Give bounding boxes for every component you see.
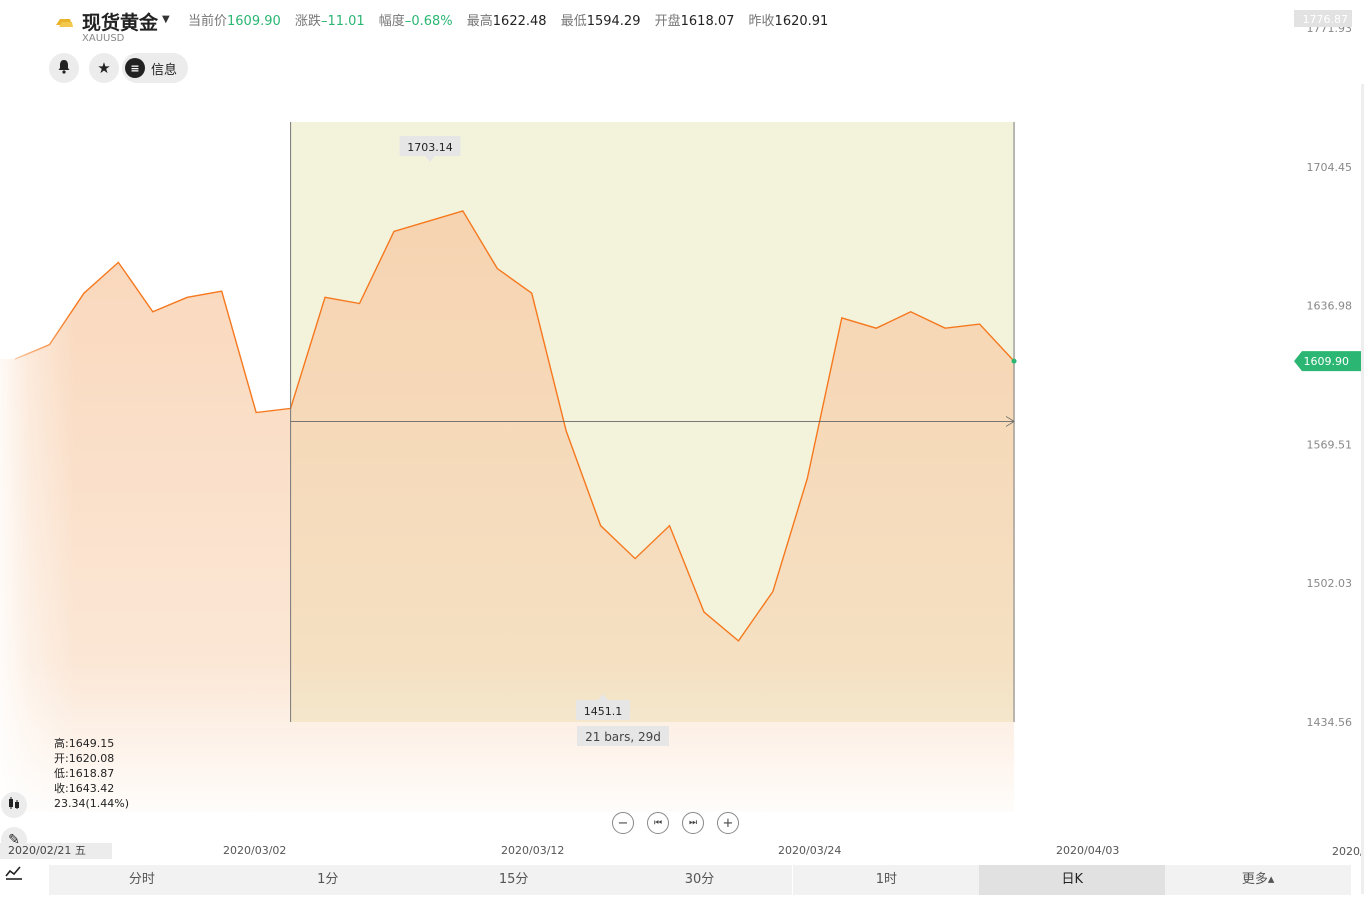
tab-1min[interactable]: 1分 [235, 865, 421, 895]
info-label: 信息 [151, 62, 178, 78]
indicator-tool-button[interactable] [1, 862, 27, 888]
timeframe-tabs: 分时 1分 15分 30分 1时 日K 更多▴ [49, 865, 1351, 895]
current-price-label: 1609.90 [1304, 355, 1350, 368]
ohlc-high: 高:1649.15 [54, 737, 115, 750]
line-chart-icon [5, 865, 23, 885]
quote-value: –0.68% [404, 14, 453, 29]
ohlc-readout: 高:1649.15 开:1620.08 低:1618.87 收:1643.42 … [54, 736, 129, 811]
ohlc-open: 开:1620.08 [54, 752, 115, 765]
x-tick-label: 2020/03/02 [223, 844, 287, 857]
range-low-label: 1451.1 [584, 705, 623, 718]
bell-icon [57, 59, 71, 78]
quote-label: 最高 [466, 14, 493, 29]
quote-value: –11.01 [320, 14, 365, 29]
last-price-dot [1011, 358, 1017, 364]
ohlc-close: 收:1643.42 [54, 782, 115, 795]
caret-down-icon[interactable]: ▼ [162, 14, 170, 25]
ohlc-change: 23.34(1.44%) [54, 797, 130, 810]
tab-1hour[interactable]: 1时 [793, 865, 979, 895]
zoom-in-button[interactable]: + [717, 812, 739, 834]
x-tick-label-partial: 2020/ [1332, 845, 1364, 858]
top-price-label: 1776.87 [1303, 13, 1349, 26]
tab-30min[interactable]: 30分 [607, 865, 793, 895]
y-tick-label: 1569.51 [1307, 438, 1353, 451]
tab-daily[interactable]: 日K [979, 865, 1166, 895]
quote-value: 1620.91 [774, 14, 829, 29]
go-start-button[interactable]: ⏮ [647, 812, 669, 834]
minus-icon: − [617, 815, 629, 831]
y-tick-label: 1502.03 [1307, 577, 1353, 590]
tab-15min[interactable]: 15分 [421, 865, 607, 895]
quote-label: 当前价 [188, 14, 228, 29]
ohlc-low: 低:1618.87 [54, 767, 115, 780]
quote-label: 开盘 [654, 14, 681, 29]
zoom-out-button[interactable]: − [612, 812, 634, 834]
instrument-title[interactable]: 现货黄金 [82, 8, 158, 35]
info-button[interactable]: ≡ 信息 [122, 53, 188, 83]
quote-label: 昨收 [748, 14, 775, 29]
x-tick-label: 2020/03/24 [778, 844, 842, 857]
y-tick-label: 1636.98 [1307, 300, 1353, 313]
list-icon: ≡ [125, 58, 145, 78]
skip-back-icon: ⏮ [653, 818, 663, 828]
y-tick-label: 1704.45 [1307, 161, 1353, 174]
quote-label: 幅度 [378, 14, 405, 29]
alert-bell-button[interactable] [49, 53, 79, 83]
candlestick-tool-button[interactable] [1, 792, 27, 818]
fade-overlay [0, 200, 250, 820]
x-tick-label: 2020/03/12 [501, 844, 565, 857]
go-end-button[interactable]: ⏭ [682, 812, 704, 834]
star-icon: ★ [97, 59, 111, 77]
quote-value: 1622.48 [492, 14, 547, 29]
range-span-label: 21 bars, 29d [585, 730, 661, 744]
gold-bar-icon [54, 14, 74, 28]
x-tick-label: 2020/04/03 [1056, 844, 1120, 857]
crosshair-date-label: 2020/02/21 五 [0, 843, 112, 859]
instrument-symbol: XAUUSD [82, 33, 125, 44]
quote-label: 最低 [560, 14, 587, 29]
range-high-label: 1703.14 [407, 141, 453, 154]
quote-strip: 当前价1609.90 涨跌–11.01 幅度–0.68% 最高1622.48 最… [188, 10, 828, 29]
quote-value: 1609.90 [227, 14, 281, 29]
price-chart[interactable]: 1703.141451.121 bars, 29d1771.931704.451… [0, 0, 1364, 898]
favorite-button[interactable]: ★ [89, 53, 119, 83]
skip-forward-icon: ⏭ [688, 818, 698, 828]
y-tick-label: 1434.56 [1307, 716, 1353, 729]
tab-timeshare[interactable]: 分时 [49, 865, 235, 895]
plus-icon: + [722, 815, 734, 831]
tab-more[interactable]: 更多▴ [1165, 865, 1351, 895]
candlestick-icon [7, 796, 21, 814]
quote-label: 涨跌 [294, 14, 321, 29]
quote-value: 1618.07 [680, 14, 735, 29]
quote-value: 1594.29 [586, 14, 641, 29]
